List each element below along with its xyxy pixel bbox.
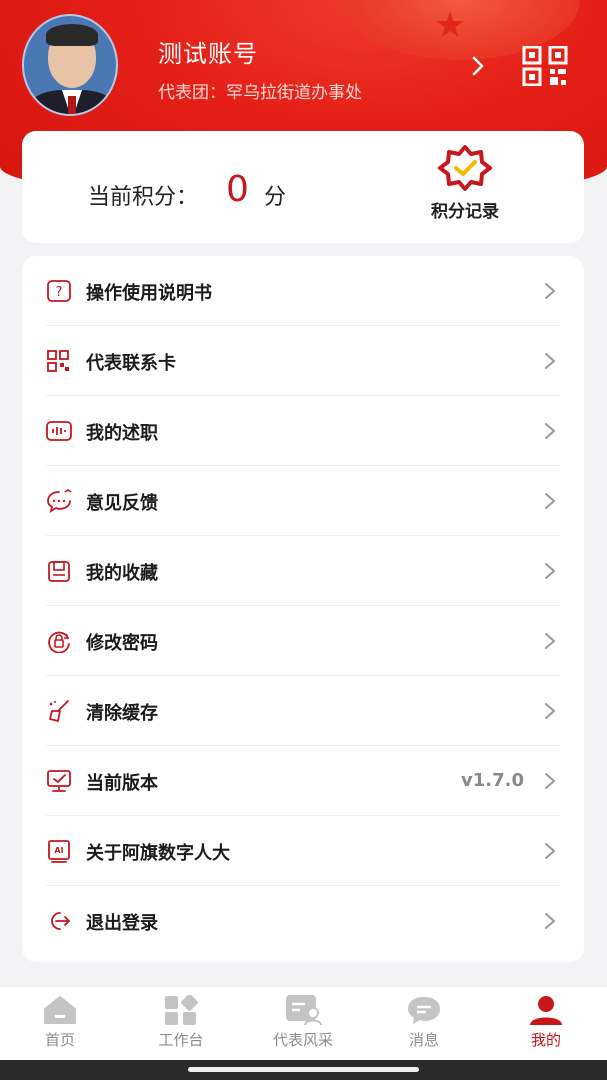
menu-item-feedback[interactable]: 意见反馈 xyxy=(22,466,584,536)
menu-item-label: 操作使用说明书 xyxy=(86,283,212,304)
points-value: 0 xyxy=(226,169,249,210)
menu-item-label: 退出登录 xyxy=(86,913,158,934)
chevron-right-icon xyxy=(545,703,555,719)
chevron-right-icon xyxy=(545,353,555,369)
menu-item-password[interactable]: 修改密码 xyxy=(22,606,584,676)
tab-workbench[interactable]: 工作台 xyxy=(131,995,231,1057)
message-icon xyxy=(408,997,440,1024)
menu-item-favorites[interactable]: 我的收藏 xyxy=(22,536,584,606)
tab-label: 代表风采 xyxy=(272,1031,333,1049)
user-name: 测试账号 xyxy=(158,40,258,68)
points-record-button[interactable]: 积分记录 xyxy=(410,145,520,231)
menu-item-label: 当前版本 xyxy=(86,773,158,794)
chevron-right-icon xyxy=(545,563,555,579)
feedback-icon xyxy=(47,489,72,513)
tab-messages[interactable]: 消息 xyxy=(374,995,474,1057)
menu-item-report[interactable]: 我的述职 xyxy=(22,396,584,466)
contact-card-icon xyxy=(47,350,69,372)
svg-text:AI: AI xyxy=(54,846,63,855)
menu-item-contact-card[interactable]: 代表联系卡 xyxy=(22,326,584,396)
svg-text:?: ? xyxy=(56,285,63,300)
chevron-right-icon xyxy=(545,423,555,439)
password-icon xyxy=(48,631,70,653)
menu-item-label: 代表联系卡 xyxy=(86,353,176,374)
chevron-right-icon xyxy=(545,913,555,929)
tab-label: 工作台 xyxy=(158,1031,204,1049)
points-label: 当前积分： xyxy=(88,185,199,210)
menu-item-label: 关于阿旗数字人大 xyxy=(86,843,230,864)
representative-icon xyxy=(286,995,322,1025)
voice-report-icon xyxy=(46,421,72,441)
tab-representative[interactable]: 代表风采 xyxy=(253,995,353,1057)
menu-item-label: 意见反馈 xyxy=(86,493,158,514)
menu-item-logout[interactable]: 退出登录 xyxy=(22,886,584,956)
chevron-right-icon xyxy=(545,283,555,299)
qr-code-icon[interactable] xyxy=(522,46,568,86)
tab-home[interactable]: 首页 xyxy=(10,995,110,1057)
star-emblem-icon: ★ xyxy=(433,5,467,46)
profile-arrow-icon[interactable] xyxy=(466,54,490,78)
chevron-right-icon xyxy=(545,633,555,649)
home-indicator xyxy=(0,1060,607,1080)
about-ai-icon: AI xyxy=(48,840,70,863)
tab-profile[interactable]: 我的 xyxy=(496,995,596,1057)
points-card: 当前积分： 0 分 积分记录 xyxy=(22,131,584,243)
bottom-tab-bar: 首页 工作台 代表风采 消息 我的 xyxy=(0,986,607,1060)
badge-check-icon xyxy=(438,145,492,191)
chevron-right-icon xyxy=(545,843,555,859)
menu-item-manual[interactable]: ? 操作使用说明书 xyxy=(22,256,584,326)
points-unit: 分 xyxy=(264,185,287,210)
manual-icon: ? xyxy=(47,280,71,302)
menu-item-label: 修改密码 xyxy=(86,633,158,654)
clear-cache-icon xyxy=(49,700,69,722)
workbench-icon xyxy=(165,995,198,1025)
tab-label: 消息 xyxy=(408,1031,439,1049)
avatar[interactable] xyxy=(22,14,118,116)
menu-item-label: 我的收藏 xyxy=(86,563,158,584)
tab-label: 我的 xyxy=(530,1031,561,1049)
favorites-icon xyxy=(48,561,70,582)
menu-item-label: 我的述职 xyxy=(86,423,158,444)
home-icon xyxy=(44,996,76,1024)
home-indicator-bar[interactable] xyxy=(188,1067,419,1072)
user-delegation: 代表团：罕乌拉街道办事处 xyxy=(158,83,362,103)
chevron-right-icon xyxy=(545,773,555,789)
version-value: v1.7.0 xyxy=(461,770,524,791)
tab-label: 首页 xyxy=(44,1031,75,1049)
menu-item-clear-cache[interactable]: 清除缓存 xyxy=(22,676,584,746)
menu-item-about[interactable]: AI 关于阿旗数字人大 xyxy=(22,816,584,886)
chevron-right-icon xyxy=(545,493,555,509)
points-record-label: 积分记录 xyxy=(431,202,499,222)
menu-item-version[interactable]: 当前版本 v1.7.0 xyxy=(22,746,584,816)
settings-menu: ? 操作使用说明书 代表联系卡 我的述职 意见反馈 我的收藏 修改密码 清除缓存… xyxy=(22,256,584,962)
version-icon xyxy=(47,770,71,792)
profile-icon xyxy=(530,996,562,1025)
logout-icon xyxy=(51,912,70,930)
menu-item-label: 清除缓存 xyxy=(86,703,158,724)
